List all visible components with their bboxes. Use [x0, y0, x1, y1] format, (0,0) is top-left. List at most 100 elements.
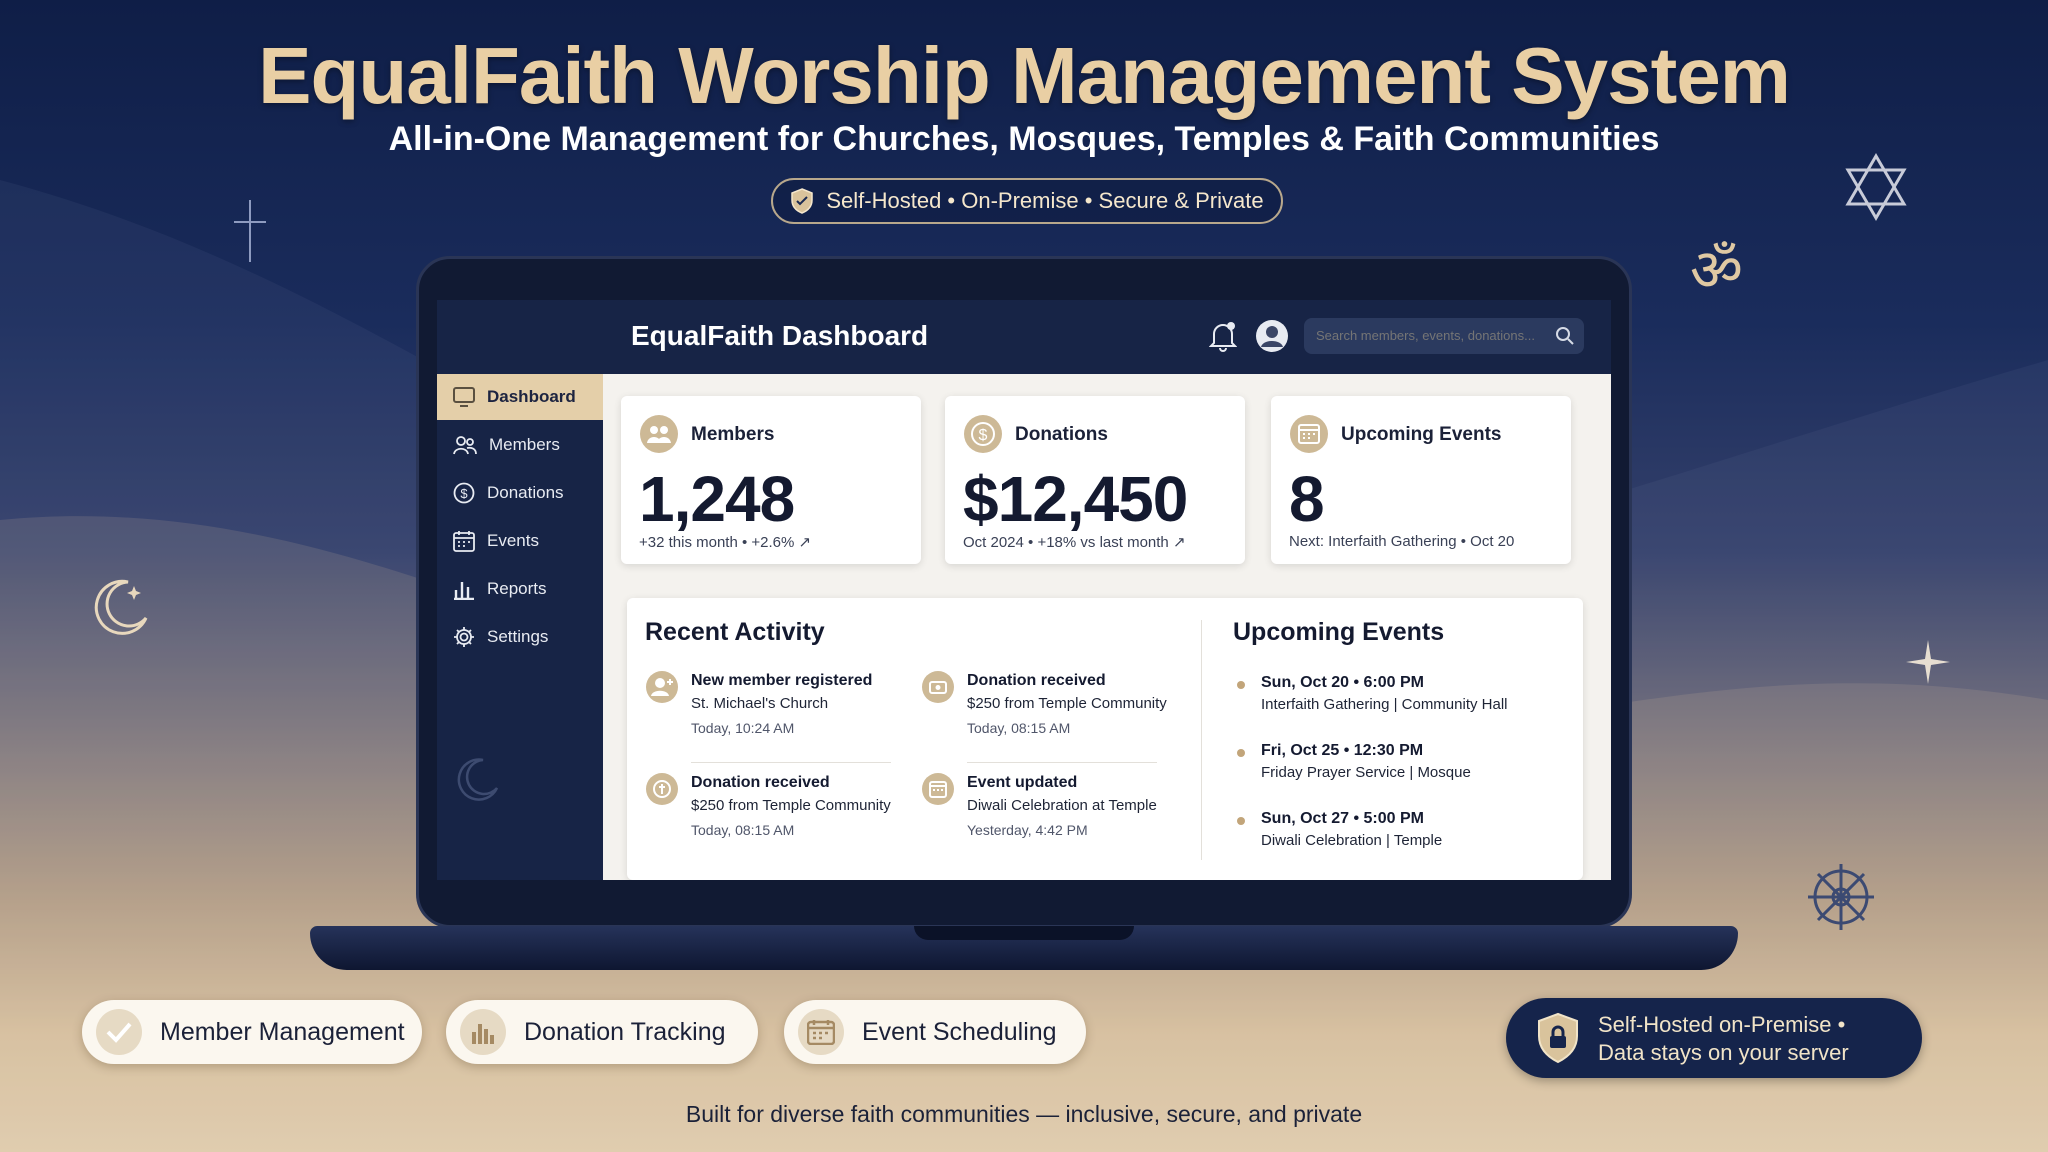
feature-label: Donation Tracking	[524, 1017, 726, 1046]
stat-sub: Oct 2024 • +18% vs last month ↗	[963, 534, 1186, 551]
event-item[interactable]: Fri, Oct 25 • 12:30 PM Friday Prayer Ser…	[1237, 742, 1611, 802]
check-icon-wrapper	[96, 1009, 142, 1055]
dashboard-icon	[453, 387, 475, 407]
sidebar-item-reports[interactable]: Reports	[437, 566, 603, 612]
dollar-icon: $	[964, 415, 1002, 453]
donation-icon	[922, 671, 954, 703]
list-item[interactable]: Event updated Diwali Celebration at Temp…	[921, 772, 1183, 858]
event-bullet	[1237, 749, 1245, 757]
divider	[967, 762, 1157, 763]
stat-sub: Next: Interfaith Gathering • Oct 20	[1289, 533, 1515, 550]
search-icon[interactable]	[1555, 326, 1575, 346]
laptop-notch	[914, 926, 1134, 940]
calendar-icon-wrapper	[798, 1009, 844, 1055]
list-item[interactable]: New member registered St. Michael's Chur…	[645, 670, 907, 756]
upcoming-events-title: Upcoming Events	[1233, 618, 1445, 646]
check-icon	[106, 1022, 132, 1043]
event-what: Diwali Celebration | Temple	[1261, 832, 1443, 849]
list-item[interactable]: Donation received $250 from Temple Commu…	[921, 670, 1183, 756]
stat-label: Upcoming Events	[1341, 424, 1502, 445]
main-content: Members 1,248 +32 this month • +2.6% ↗ $…	[603, 374, 1611, 880]
stat-card-upcoming-events[interactable]: Upcoming Events 8 Next: Interfaith Gathe…	[1271, 396, 1571, 564]
event-what: Friday Prayer Service | Mosque	[1261, 764, 1471, 781]
sidebar-item-label: Events	[487, 531, 539, 550]
stat-label: Donations	[1015, 424, 1108, 445]
event-when: Sun, Oct 20 • 6:00 PM	[1261, 674, 1424, 691]
stat-label: Members	[691, 424, 775, 445]
sidebar-item-label: Settings	[487, 627, 549, 646]
feature-donation-tracking[interactable]: Donation Tracking	[446, 1000, 758, 1064]
panel-divider	[1201, 620, 1202, 860]
hero-badge: Self-Hosted • On-Premise • Secure & Priv…	[771, 178, 1283, 224]
stat-card-members[interactable]: Members 1,248 +32 this month • +2.6% ↗	[621, 396, 921, 564]
bar-chart-icon	[454, 582, 474, 600]
event-item[interactable]: Sun, Oct 20 • 6:00 PM Interfaith Gatheri…	[1237, 674, 1611, 734]
sidebar-item-donations[interactable]: $ Donations	[437, 470, 603, 516]
sidebar-item-events[interactable]: Events	[437, 518, 603, 564]
bar-chart-icon-wrapper	[460, 1009, 506, 1055]
self-hosted-badge: Self-Hosted on-Premise • Data stays on y…	[1506, 998, 1922, 1078]
calendar-icon	[453, 531, 475, 552]
activity-time: Today, 08:15 AM	[967, 720, 1071, 736]
stat-value: $12,450	[963, 463, 1188, 535]
donation-icon	[646, 773, 678, 805]
feature-event-scheduling[interactable]: Event Scheduling	[784, 1000, 1086, 1064]
hero-subtitle: All-in-One Management for Churches, Mosq…	[388, 120, 1660, 158]
event-what: Interfaith Gathering | Community Hall	[1261, 696, 1508, 713]
stat-value: 8	[1289, 463, 1325, 535]
calendar-icon	[1290, 415, 1328, 453]
svg-text:$: $	[460, 486, 468, 501]
activity-desc: St. Michael's Church	[691, 695, 829, 712]
sidebar-item-dashboard[interactable]: Dashboard	[437, 374, 603, 420]
search-input[interactable]	[1304, 318, 1584, 354]
stat-value: 1,248	[639, 463, 795, 535]
footer-tagline: Built for diverse faith communities — in…	[685, 1101, 1363, 1127]
self-hosted-line1: Self-Hosted on-Premise •	[1598, 1012, 1846, 1037]
svg-text:$: $	[979, 427, 988, 444]
gear-icon	[454, 627, 474, 647]
event-bullet	[1237, 817, 1245, 825]
dashboard-title: EqualFaith Dashboard	[631, 320, 929, 351]
feature-label: Event Scheduling	[862, 1017, 1057, 1046]
top-bar: EqualFaith Dashboard	[437, 300, 1611, 374]
user-avatar-icon[interactable]	[1255, 319, 1289, 353]
divider	[691, 762, 891, 763]
dharma-wheel-icon	[1808, 864, 1874, 930]
activity-time: Today, 08:15 AM	[691, 822, 795, 838]
crescent-moon-icon	[94, 579, 148, 635]
hero-title: EqualFaith Worship Management System	[258, 31, 1791, 120]
members-icon	[453, 436, 477, 455]
stat-card-donations[interactable]: $ Donations $12,450 Oct 2024 • +18% vs l…	[945, 396, 1245, 564]
event-bullet	[1237, 681, 1245, 689]
om-icon: ॐ	[1690, 238, 1743, 303]
sidebar-item-label: Reports	[487, 579, 547, 598]
calendar-icon	[922, 773, 954, 805]
cross-icon	[234, 200, 266, 262]
activity-time: Yesterday, 4:42 PM	[967, 822, 1088, 838]
activity-title: Donation received	[691, 774, 830, 791]
list-item[interactable]: Donation received $250 from Temple Commu…	[645, 772, 907, 858]
shield-icon	[791, 188, 814, 214]
activity-desc: Diwali Celebration at Temple	[967, 797, 1157, 814]
recent-activity-title: Recent Activity	[645, 618, 825, 646]
members-icon	[640, 415, 678, 453]
feature-label: Member Management	[160, 1017, 405, 1046]
activity-time: Today, 10:24 AM	[691, 720, 795, 736]
dollar-icon: $	[453, 482, 475, 504]
notification-bell-icon[interactable]	[1209, 320, 1237, 352]
shield-lock-icon	[1538, 1012, 1578, 1064]
event-when: Fri, Oct 25 • 12:30 PM	[1261, 742, 1424, 759]
activity-title: New member registered	[691, 672, 873, 689]
event-item[interactable]: Sun, Oct 27 • 5:00 PM Diwali Celebration…	[1237, 810, 1611, 870]
sidebar-item-settings[interactable]: Settings	[437, 614, 603, 660]
activity-title: Event updated	[967, 774, 1078, 791]
sidebar-item-label: Dashboard	[487, 387, 576, 406]
crescent-moon-icon	[457, 758, 499, 801]
activity-desc: $250 from Temple Community	[967, 695, 1167, 712]
activity-desc: $250 from Temple Community	[691, 797, 891, 814]
sidebar-item-members[interactable]: Members	[437, 422, 603, 468]
user-add-icon	[646, 671, 678, 703]
hero-badge-text: Self-Hosted • On-Premise • Secure & Priv…	[826, 188, 1264, 213]
activity-title: Donation received	[967, 672, 1106, 689]
feature-member-management[interactable]: Member Management	[82, 1000, 422, 1064]
